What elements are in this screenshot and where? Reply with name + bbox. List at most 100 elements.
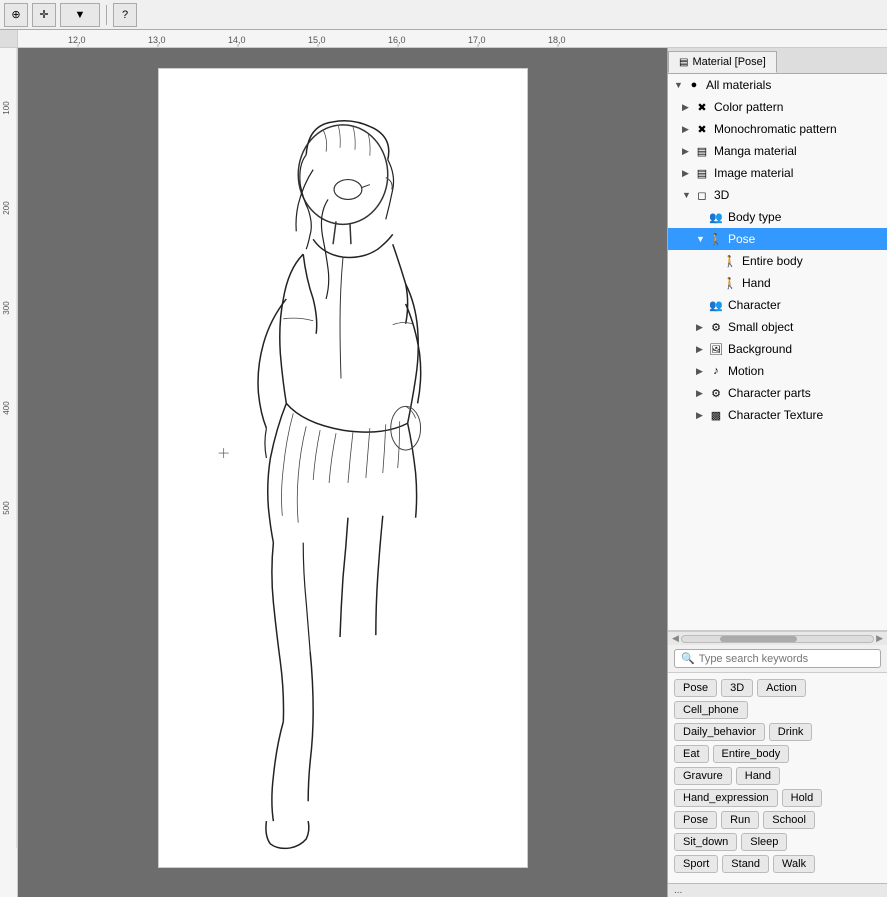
canvas-container[interactable] (18, 48, 667, 897)
tab-material-label: Material [Pose] (692, 56, 765, 68)
tree-label-character-parts: Character parts (728, 386, 811, 400)
tag-btn-daily-behavior[interactable]: Daily_behavior (674, 723, 765, 741)
tree-item-mono-pattern[interactable]: ▶✖Monochromatic pattern (668, 118, 887, 140)
tag-btn-school[interactable]: School (763, 811, 815, 829)
tag-btn-stand[interactable]: Stand (722, 855, 769, 873)
tag-btn-sport[interactable]: Sport (674, 855, 718, 873)
scroll-right-arrow[interactable]: ▶ (874, 633, 885, 644)
tree-icon-3d: ◻ (694, 187, 710, 203)
search-input[interactable] (699, 653, 874, 665)
tree-item-color-pattern[interactable]: ▶✖Color pattern (668, 96, 887, 118)
tree-label-pose: Pose (728, 232, 755, 246)
svg-text:14,0: 14,0 (228, 35, 246, 45)
tree-label-manga-material: Manga material (714, 144, 797, 158)
tree-arrow-background: ▶ (696, 344, 708, 355)
tag-btn-cell-phone[interactable]: Cell_phone (674, 701, 748, 719)
tree-label-mono-pattern: Monochromatic pattern (714, 122, 837, 136)
tag-btn-hand[interactable]: Hand (736, 767, 780, 785)
ruler-horizontal: 12,0 13,0 14,0 15,0 16,0 17,0 18,0 (18, 30, 887, 47)
tree-item-all-materials[interactable]: ▼●All materials (668, 74, 887, 96)
tree-icon-all-materials: ● (686, 77, 702, 93)
svg-text:400: 400 (2, 401, 11, 415)
tag-btn-action[interactable]: Action (757, 679, 806, 697)
search-input-wrap: 🔍 (674, 649, 881, 668)
canvas-area: 100 200 300 400 500 (0, 48, 667, 897)
tree-item-image-material[interactable]: ▶▤Image material (668, 162, 887, 184)
tree-arrow-character-parts: ▶ (696, 388, 708, 399)
tree-icon-color-pattern: ✖ (694, 99, 710, 115)
hscroll-thumb[interactable] (720, 636, 796, 642)
status-dots: ... (674, 885, 682, 896)
tree-icon-image-material: ▤ (694, 165, 710, 181)
tree-item-small-object[interactable]: ▶⚙Small object (668, 316, 887, 338)
right-panel: ▤ Material [Pose] ▼●All materials▶✖Color… (667, 48, 887, 897)
tag-btn-hold[interactable]: Hold (782, 789, 823, 807)
tree-panel[interactable]: ▼●All materials▶✖Color pattern▶✖Monochro… (668, 74, 887, 631)
tree-icon-character-parts: ⚙ (708, 385, 724, 401)
tag-row-3: EatEntire_body (674, 745, 881, 763)
tool-btn-1[interactable]: ⊕ (4, 3, 28, 27)
tool-btn-2[interactable]: ✛ (32, 3, 56, 27)
tag-btn-3d[interactable]: 3D (721, 679, 753, 697)
svg-text:100: 100 (2, 101, 11, 115)
tree-item-body-type[interactable]: 👥 Body type (668, 206, 887, 228)
tree-icon-hand: 🚶 (722, 275, 738, 291)
tree-item-entire-body[interactable]: 🚶Entire body (668, 250, 887, 272)
tree-item-background[interactable]: ▶🖼 Background (668, 338, 887, 360)
tag-btn-sleep[interactable]: Sleep (741, 833, 787, 851)
tree-hscroll[interactable]: ◀ ▶ (668, 631, 887, 645)
tag-btn-hand-expression[interactable]: Hand_expression (674, 789, 778, 807)
tag-btn-gravure[interactable]: Gravure (674, 767, 732, 785)
tree-arrow-all-materials: ▼ (674, 80, 686, 90)
tag-btn-pose[interactable]: Pose (674, 679, 717, 697)
tab-material[interactable]: ▤ Material [Pose] (668, 51, 777, 73)
tag-row-2: Daily_behaviorDrink (674, 723, 881, 741)
toolbar: ⊕ ✛ ▼ ? (0, 0, 887, 30)
scroll-left-arrow[interactable]: ◀ (670, 633, 681, 644)
tree-item-character[interactable]: 👥Character (668, 294, 887, 316)
tree-icon-background: 🖼 (708, 341, 724, 357)
tag-btn-walk[interactable]: Walk (773, 855, 815, 873)
tag-btn-pose[interactable]: Pose (674, 811, 717, 829)
tree-label-body-type: Body type (728, 210, 781, 224)
tree-item-motion[interactable]: ▶♪Motion (668, 360, 887, 382)
svg-text:17,0: 17,0 (468, 35, 486, 45)
tag-btn-sit-down[interactable]: Sit_down (674, 833, 737, 851)
toolbar-sep (106, 5, 107, 25)
tree-icon-character: 👥 (708, 297, 724, 313)
tag-row-0: Pose3DAction (674, 679, 881, 697)
svg-text:18,0: 18,0 (548, 35, 566, 45)
tree-icon-character-texture: ▩ (708, 407, 724, 423)
canvas-paper (158, 68, 528, 868)
svg-text:13,0: 13,0 (148, 35, 166, 45)
tool-dropdown[interactable]: ▼ (60, 3, 100, 27)
tag-btn-run[interactable]: Run (721, 811, 759, 829)
tag-btn-eat[interactable]: Eat (674, 745, 709, 763)
tree-label-motion: Motion (728, 364, 764, 378)
tree-item-pose[interactable]: ▼🚶Pose (668, 228, 887, 250)
search-bar: 🔍 (668, 645, 887, 673)
tree-item-character-parts[interactable]: ▶⚙ Character parts (668, 382, 887, 404)
tag-btn-drink[interactable]: Drink (769, 723, 813, 741)
tree-arrow-mono-pattern: ▶ (682, 124, 694, 135)
tree-label-character-texture: Character Texture (728, 408, 823, 422)
tree-item-3d[interactable]: ▼◻ 3D (668, 184, 887, 206)
tree-icon-body-type: 👥 (708, 209, 724, 225)
tree-label-color-pattern: Color pattern (714, 100, 783, 114)
tree-item-hand[interactable]: 🚶 Hand (668, 272, 887, 294)
help-btn[interactable]: ? (113, 3, 137, 27)
tree-arrow-character-texture: ▶ (696, 410, 708, 421)
tree-icon-motion: ♪ (708, 363, 724, 379)
tree-label-3d: 3D (714, 188, 729, 202)
tree-label-background: Background (728, 342, 792, 356)
tag-btn-entire-body[interactable]: Entire_body (713, 745, 790, 763)
tag-row-1: Cell_phone (674, 701, 881, 719)
ruler-vertical: 100 200 300 400 500 (0, 48, 18, 897)
tree-icon-small-object: ⚙ (708, 319, 724, 335)
tree-arrow-small-object: ▶ (696, 322, 708, 333)
tree-item-character-texture[interactable]: ▶▩ Character Texture (668, 404, 887, 426)
tree-label-hand: Hand (742, 276, 771, 290)
tree-arrow-3d: ▼ (682, 190, 694, 200)
tree-item-manga-material[interactable]: ▶▤Manga material (668, 140, 887, 162)
tree-icon-entire-body: 🚶 (722, 253, 738, 269)
